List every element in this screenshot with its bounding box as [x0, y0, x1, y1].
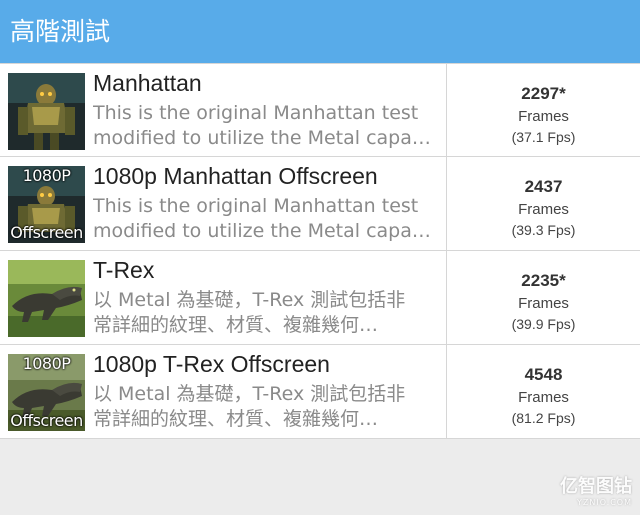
score-value: 2235*	[521, 271, 566, 290]
fps-value: (81.2 Fps)	[511, 410, 576, 426]
score-value: 2437	[524, 177, 563, 196]
score-panel: 2297* Frames (37.1 Fps)	[447, 64, 640, 156]
trex-offscreen-thumbnail-icon: 1080P Offscreen	[8, 354, 85, 431]
desc-line-2: 常詳細的紋理、材質、複雜幾何…	[93, 314, 379, 336]
desc-line-1: 以 Metal 為基礎，T-Rex 測試包括非	[93, 383, 406, 405]
test-description: 以 Metal 為基礎，T-Rex 測試包括非 常詳細的紋理、材質、複雜幾何…	[93, 288, 438, 338]
page-title: 高階測試	[0, 0, 640, 63]
manhattan-thumbnail-icon	[8, 73, 85, 150]
fps-value: (39.9 Fps)	[511, 316, 576, 332]
frames-label: Frames	[518, 389, 569, 406]
score-value: 4548	[524, 365, 563, 384]
test-results-list: Manhattan This is the original Manhattan…	[0, 63, 640, 439]
test-description: This is the original Manhattan test modi…	[93, 101, 438, 151]
desc-line-1: This is the original Manhattan test	[93, 102, 419, 124]
thumb-label-resolution: 1080P	[22, 166, 71, 185]
list-item-manhattan[interactable]: Manhattan This is the original Manhattan…	[0, 63, 640, 157]
desc-line-2: 常詳細的紋理、材質、複雜幾何…	[93, 408, 379, 430]
thumb-label-offscreen: Offscreen	[10, 223, 83, 242]
list-item-trex[interactable]: T-Rex 以 Metal 為基礎，T-Rex 測試包括非 常詳細的紋理、材質、…	[0, 251, 640, 345]
score-panel: 4548 Frames (81.2 Fps)	[447, 345, 640, 438]
score-panel: 2235* Frames (39.9 Fps)	[447, 251, 640, 344]
score-value: 2297*	[521, 84, 566, 103]
test-description: This is the original Manhattan test modi…	[93, 194, 438, 244]
manhattan-offscreen-thumbnail-icon: 1080P Offscreen	[8, 166, 85, 243]
test-description: 以 Metal 為基礎，T-Rex 測試包括非 常詳細的紋理、材質、複雜幾何…	[93, 382, 438, 432]
test-title: T-Rex	[93, 257, 155, 283]
watermark-sub: YZNIO.COM	[576, 498, 632, 507]
test-title: 1080p Manhattan Offscreen	[93, 163, 378, 189]
desc-line-2: modified to utilize the Metal capa…	[93, 220, 431, 242]
thumb-label-offscreen: Offscreen	[10, 411, 83, 430]
frames-label: Frames	[518, 108, 569, 125]
desc-line-1: This is the original Manhattan test	[93, 195, 419, 217]
watermark-main: 亿智图钻	[560, 476, 632, 497]
score-panel: 2437 Frames (39.3 Fps)	[447, 157, 640, 250]
fps-value: (37.1 Fps)	[511, 129, 576, 145]
thumb-label-resolution: 1080P	[22, 354, 71, 373]
list-item-trex-offscreen[interactable]: 1080P Offscreen 1080p T-Rex Offscreen 以 …	[0, 345, 640, 439]
list-item-manhattan-offscreen[interactable]: 1080P Offscreen 1080p Manhattan Offscree…	[0, 157, 640, 251]
desc-line-2: modified to utilize the Metal capa…	[93, 127, 431, 149]
desc-line-1: 以 Metal 為基礎，T-Rex 測試包括非	[93, 289, 406, 311]
watermark-logo: 亿智图钻 YZNIO.COM	[560, 472, 632, 507]
fps-value: (39.3 Fps)	[511, 222, 576, 238]
frames-label: Frames	[518, 201, 569, 218]
test-title: Manhattan	[93, 70, 202, 96]
test-title: 1080p T-Rex Offscreen	[93, 351, 330, 377]
trex-thumbnail-icon	[8, 260, 85, 337]
frames-label: Frames	[518, 295, 569, 312]
